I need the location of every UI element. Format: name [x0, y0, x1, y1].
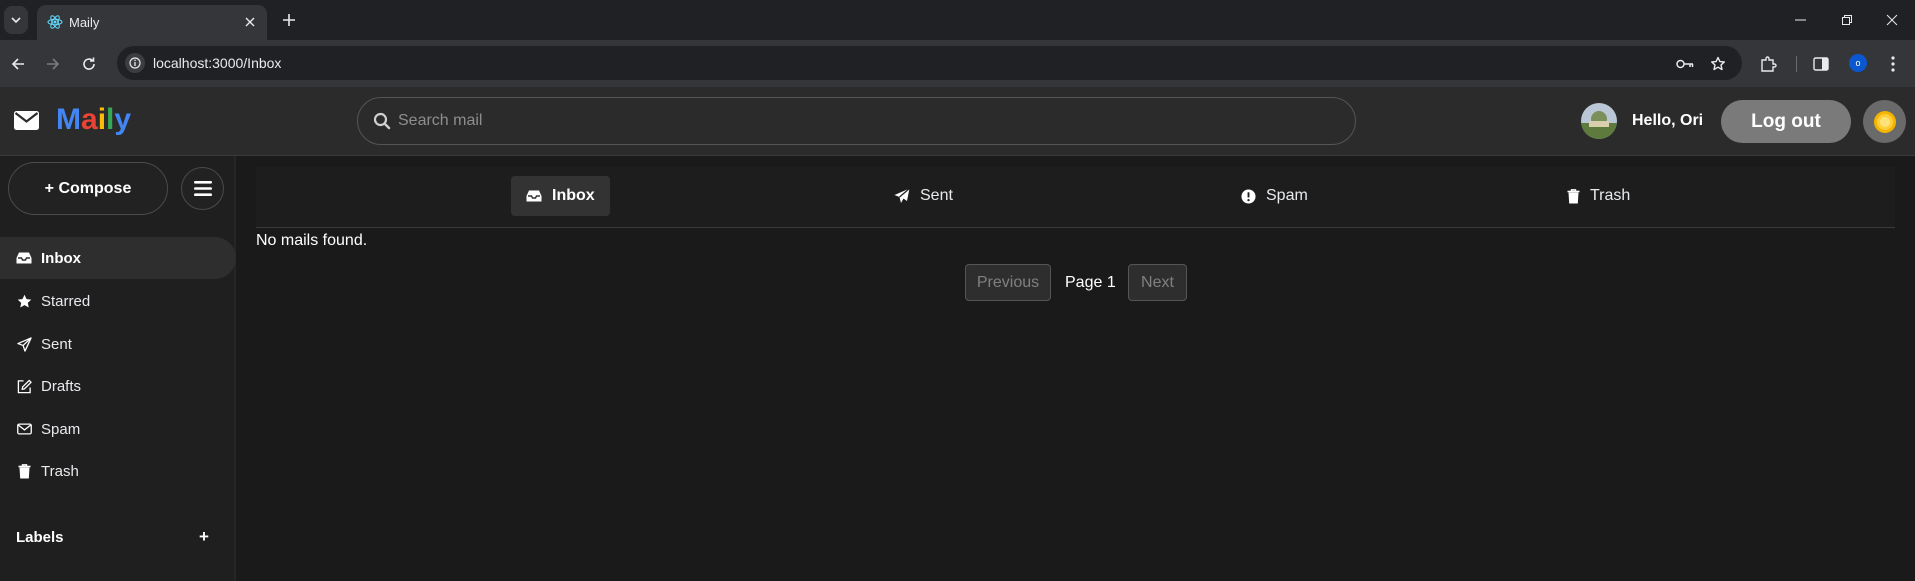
star-icon — [15, 292, 33, 310]
logout-button[interactable]: Log out — [1721, 100, 1851, 143]
tab-title: Maily — [69, 15, 100, 30]
logo-letter: a — [81, 103, 98, 136]
page-indicator: Page 1 — [1065, 274, 1116, 291]
empty-state-message: No mails found. — [256, 232, 368, 249]
chevron-down-icon — [11, 17, 21, 24]
tab-search-button[interactable] — [4, 6, 28, 34]
next-page-button[interactable]: Next — [1128, 264, 1187, 301]
sidebar-item-inbox[interactable]: Inbox — [0, 237, 236, 279]
reload-icon[interactable] — [75, 50, 103, 78]
browser-toolbar: localhost:3000/Inbox o — [0, 40, 1915, 87]
browser-menu-icon[interactable] — [1881, 52, 1905, 76]
new-tab-icon[interactable] — [278, 9, 300, 31]
tab-close-icon[interactable] — [241, 13, 259, 31]
sidebar: + Compose Inbox Starred Sent Drafts Spam — [0, 156, 236, 581]
extensions-icon[interactable] — [1756, 52, 1780, 76]
inbox-icon — [526, 190, 542, 202]
envelope-icon — [15, 420, 33, 438]
tab-label: Trash — [1590, 187, 1631, 204]
labels-heading: Labels — [16, 529, 64, 546]
send-icon — [894, 188, 910, 204]
react-favicon-icon — [47, 14, 63, 30]
sidebar-item-trash[interactable]: Trash — [0, 450, 236, 492]
inbox-icon — [15, 249, 33, 267]
user-avatar[interactable] — [1581, 103, 1617, 139]
side-panel-icon[interactable] — [1809, 52, 1833, 76]
sidebar-item-starred[interactable]: Starred — [0, 280, 236, 322]
sidebar-item-label: Sent — [41, 335, 72, 353]
greeting-text: Hello, Ori — [1632, 112, 1704, 129]
main-content: Inbox Sent Spam Trash No mails found. Pr… — [238, 156, 1915, 581]
minimize-icon[interactable] — [1778, 0, 1824, 40]
theme-toggle-button[interactable] — [1863, 100, 1906, 143]
search-bar[interactable] — [357, 97, 1356, 145]
sidebar-item-drafts[interactable]: Drafts — [0, 365, 236, 407]
sidebar-item-label: Inbox — [41, 249, 81, 267]
bookmark-star-icon[interactable] — [1708, 54, 1728, 74]
sidebar-item-label: Starred — [41, 292, 91, 310]
search-icon — [373, 112, 391, 130]
tab-label: Sent — [920, 187, 953, 204]
menu-toggle-button[interactable] — [181, 167, 224, 210]
alert-icon — [1241, 188, 1256, 204]
back-icon[interactable] — [4, 50, 32, 78]
sidebar-item-label: Trash — [41, 462, 79, 480]
app-header: Maily Hello, Ori Log out — [0, 87, 1915, 156]
previous-page-button[interactable]: Previous — [965, 264, 1051, 301]
browser-tabstrip: Maily — [0, 0, 1915, 40]
trash-icon — [1567, 188, 1580, 204]
logo-letter: i — [97, 103, 107, 136]
url-text: localhost:3000/Inbox — [153, 55, 282, 71]
tab-trash[interactable]: Trash — [1552, 176, 1645, 216]
add-label-button[interactable]: + — [196, 527, 212, 547]
envelope-logo-icon — [14, 111, 39, 130]
sidebar-item-label: Spam — [41, 420, 81, 438]
edit-icon — [15, 377, 33, 395]
sidebar-item-spam[interactable]: Spam — [0, 408, 236, 450]
logo-letter: l — [106, 103, 115, 136]
tab-spam[interactable]: Spam — [1226, 176, 1323, 216]
tab-sent[interactable]: Sent — [879, 176, 968, 216]
tab-label: Inbox — [552, 187, 595, 204]
logo-letter: M — [56, 103, 81, 136]
profile-avatar[interactable]: o — [1849, 54, 1867, 72]
send-icon — [15, 335, 33, 353]
sun-icon — [1873, 110, 1896, 133]
forward-icon[interactable] — [39, 50, 67, 78]
restore-icon[interactable] — [1824, 0, 1870, 40]
logo-letter: y — [114, 103, 132, 136]
key-icon[interactable] — [1675, 54, 1695, 74]
compose-button[interactable]: + Compose — [8, 162, 168, 215]
trash-icon — [15, 462, 33, 480]
tab-inbox[interactable]: Inbox — [511, 176, 610, 216]
sidebar-item-sent[interactable]: Sent — [0, 323, 236, 365]
app-logo[interactable]: Maily — [56, 103, 131, 137]
toolbar-divider — [1796, 56, 1797, 72]
site-info-icon[interactable] — [125, 53, 145, 73]
search-input[interactable] — [398, 98, 1338, 144]
sidebar-item-label: Drafts — [41, 377, 82, 395]
hamburger-icon — [193, 181, 212, 196]
tab-label: Spam — [1266, 187, 1308, 204]
close-window-icon[interactable] — [1869, 0, 1915, 40]
browser-tab[interactable]: Maily — [37, 5, 267, 40]
address-bar[interactable]: localhost:3000/Inbox — [117, 46, 1742, 80]
folder-tabs: Inbox Sent Spam Trash — [256, 167, 1895, 228]
